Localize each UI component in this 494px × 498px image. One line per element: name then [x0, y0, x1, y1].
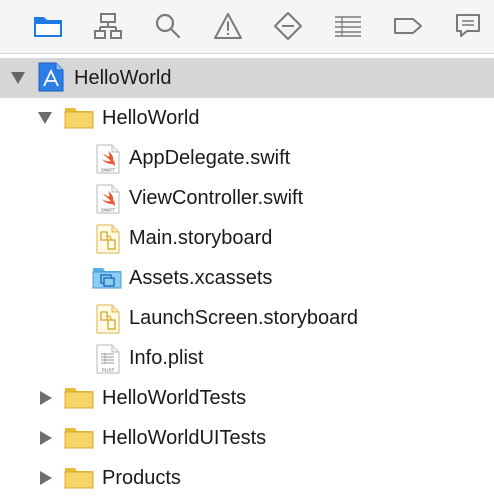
- breakpoint-navigator-tab[interactable]: [388, 8, 428, 44]
- folder-icon: [64, 464, 94, 492]
- folder-icon: [64, 424, 94, 452]
- folder-icon: [64, 104, 94, 132]
- swift-file-icon: SWIFT: [96, 184, 124, 214]
- tree-row-file[interactable]: SWIFT AppDelegate.swift: [0, 138, 494, 178]
- storyboard-file-icon: [96, 304, 124, 334]
- tree-row-label: AppDelegate.swift: [129, 147, 291, 169]
- tree-row-label: ViewController.swift: [129, 187, 304, 209]
- tree-row-file[interactable]: Main.storyboard: [0, 218, 494, 258]
- file-badge: SWIFT: [101, 208, 115, 213]
- asset-catalog-icon: [92, 264, 122, 292]
- tree-row-file[interactable]: SWIFT ViewController.swift: [0, 178, 494, 218]
- tree-row-label: HelloWorldTests: [102, 387, 247, 409]
- xcode-project-icon: [38, 62, 66, 92]
- storyboard-file-icon: [96, 224, 124, 254]
- navigator-selector-bar: [0, 0, 494, 54]
- find-navigator-tab[interactable]: [148, 8, 188, 44]
- tag-icon: [393, 16, 423, 36]
- tree-row-group[interactable]: HelloWorldTests: [0, 378, 494, 418]
- disclosure-expanded-icon[interactable]: [10, 70, 26, 86]
- disclosure-collapsed-icon[interactable]: [38, 470, 54, 486]
- tree-row-label: Main.storyboard: [129, 227, 273, 249]
- plist-file-icon: PLIST: [96, 344, 124, 374]
- issue-navigator-tab[interactable]: [208, 8, 248, 44]
- project-tree: HelloWorld HelloWorld SWIFT AppDelegate.…: [0, 58, 494, 498]
- project-navigator: HelloWorld HelloWorld SWIFT AppDelegate.…: [0, 0, 494, 498]
- disclosure-expanded-icon[interactable]: [37, 110, 53, 126]
- debug-navigator-tab[interactable]: [328, 8, 368, 44]
- tree-row-label: HelloWorld: [74, 67, 172, 89]
- tree-row-label: LaunchScreen.storyboard: [129, 307, 359, 329]
- hierarchy-icon: [93, 12, 123, 40]
- warning-icon: [213, 12, 243, 40]
- file-badge: PLIST: [102, 368, 115, 373]
- speech-bubble-icon: [454, 12, 482, 40]
- tree-row-group[interactable]: Products: [0, 458, 494, 498]
- swift-file-icon: SWIFT: [96, 144, 124, 174]
- test-navigator-tab[interactable]: [268, 8, 308, 44]
- disclosure-collapsed-icon[interactable]: [38, 390, 54, 406]
- file-badge: SWIFT: [101, 168, 115, 173]
- folder-icon: [64, 384, 94, 412]
- tree-row-label: HelloWorldUITests: [102, 427, 267, 449]
- tree-row-label: Assets.xcassets: [129, 267, 273, 289]
- tree-row-label: HelloWorld: [102, 107, 200, 129]
- diamond-minus-icon: [273, 11, 303, 41]
- project-navigator-tab[interactable]: [28, 8, 68, 44]
- folder-icon: [32, 13, 64, 39]
- tree-row-group[interactable]: HelloWorld: [0, 98, 494, 138]
- tree-row-file[interactable]: PLIST Info.plist: [0, 338, 494, 378]
- report-navigator-tab[interactable]: [448, 8, 488, 44]
- symbol-navigator-tab[interactable]: [88, 8, 128, 44]
- list-icon: [333, 14, 363, 38]
- tree-row-project[interactable]: HelloWorld: [0, 58, 494, 98]
- tree-row-label: Products: [102, 467, 181, 489]
- search-icon: [154, 12, 182, 40]
- tree-row-group[interactable]: HelloWorldUITests: [0, 418, 494, 458]
- tree-row-file[interactable]: LaunchScreen.storyboard: [0, 298, 494, 338]
- tree-row-label: Info.plist: [129, 347, 204, 369]
- tree-row-file[interactable]: Assets.xcassets: [0, 258, 494, 298]
- disclosure-collapsed-icon[interactable]: [38, 430, 54, 446]
